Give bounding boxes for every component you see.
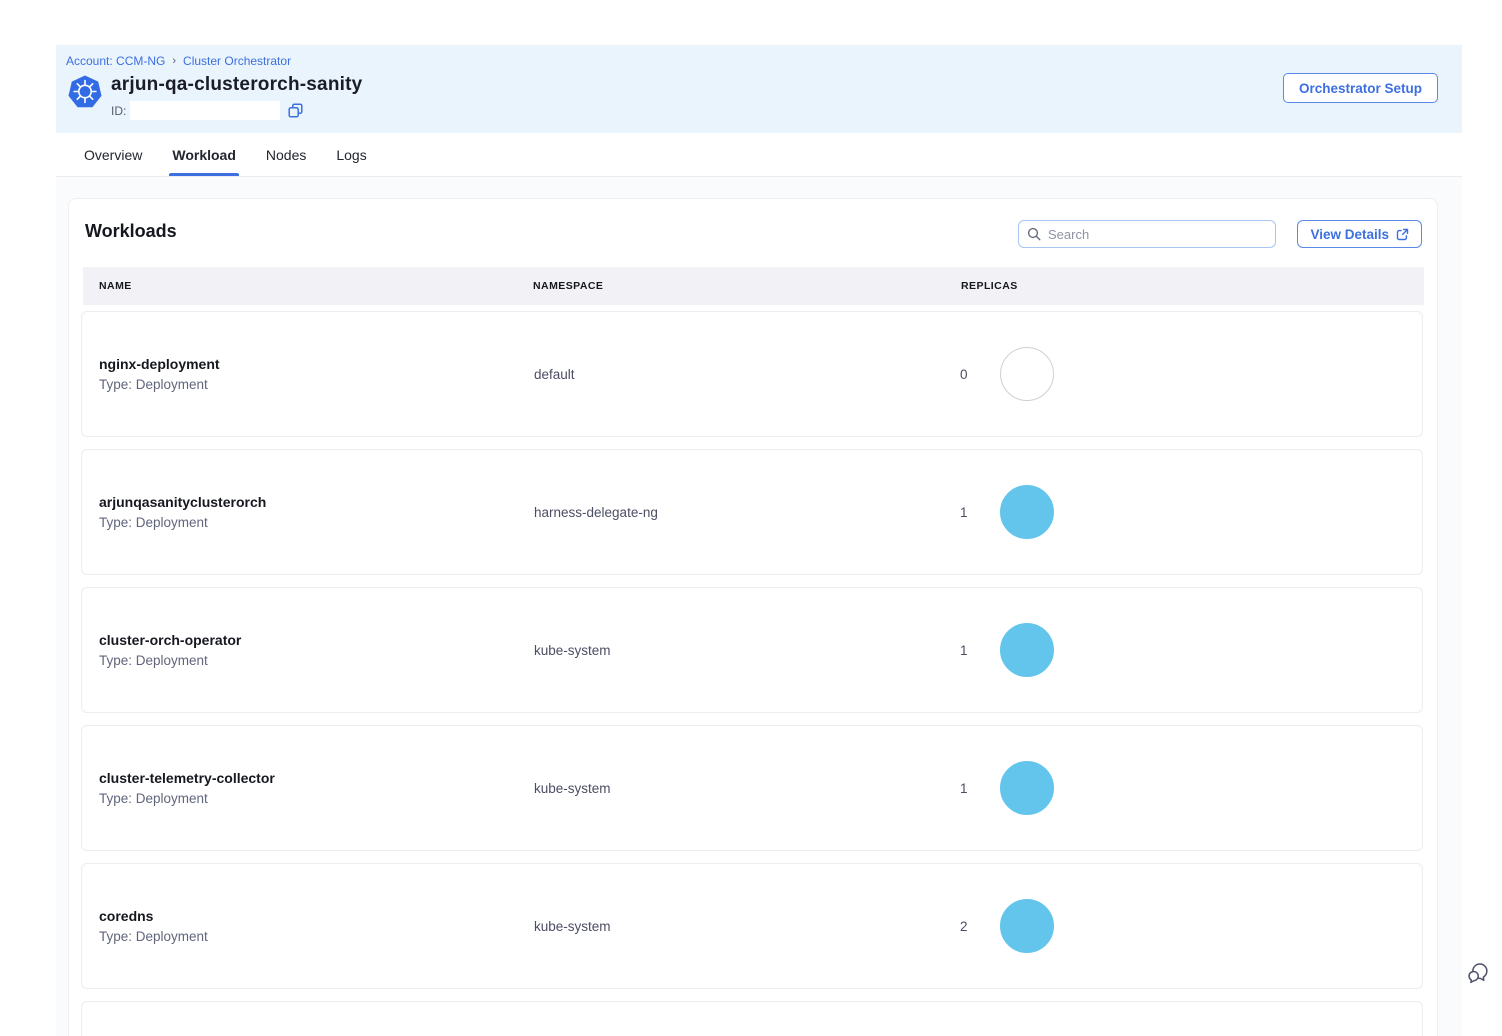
workload-type: Type: Deployment — [99, 791, 534, 806]
replica-indicator — [1000, 761, 1054, 815]
workload-namespace: kube-system — [534, 919, 960, 934]
view-details-button[interactable]: View Details — [1297, 220, 1422, 248]
cluster-orchestrator-pane: Account: CCM-NG › Cluster Orchestrator — [56, 45, 1462, 1036]
workloads-title: Workloads — [85, 221, 177, 242]
breadcrumb: Account: CCM-NG › Cluster Orchestrator — [66, 54, 1438, 68]
table-row[interactable]: coredns Type: Deployment kube-system 2 — [81, 863, 1423, 989]
cluster-title-row: arjun-qa-clusterorch-sanity ID: — [68, 73, 362, 120]
workload-replicas-cell: 1 — [960, 623, 1422, 677]
replica-indicator — [1000, 899, 1054, 953]
workload-name: arjunqasanityclusterorch — [99, 494, 534, 510]
workloads-search-box — [1018, 220, 1276, 248]
breadcrumb-separator: › — [172, 55, 176, 67]
workload-type: Type: Deployment — [99, 653, 534, 668]
orchestrator-setup-button[interactable]: Orchestrator Setup — [1283, 73, 1438, 103]
column-header-replicas: REPLICAS — [961, 280, 1424, 292]
search-input[interactable] — [1048, 227, 1267, 242]
tab-logs[interactable]: Logs — [336, 133, 366, 176]
column-header-namespace: NAMESPACE — [533, 280, 961, 292]
workload-replicas-cell: 0 — [960, 347, 1422, 401]
table-row[interactable]: cluster-telemetry-collector Type: Deploy… — [81, 725, 1423, 851]
workload-namespace: kube-system — [534, 643, 960, 658]
chat-bubbles-icon[interactable] — [1464, 958, 1492, 986]
replica-count: 1 — [960, 643, 974, 658]
workload-type: Type: Deployment — [99, 377, 534, 392]
tab-overview[interactable]: Overview — [84, 133, 142, 176]
workloads-card-header: Workloads View Details — [83, 219, 1422, 267]
copy-icon[interactable] — [288, 103, 303, 118]
page: Account: CCM-NG › Cluster Orchestrator — [0, 0, 1502, 1036]
workload-replicas-cell: 1 — [960, 485, 1422, 539]
column-header-name: NAME — [83, 280, 533, 292]
workload-namespace: kube-system — [534, 781, 960, 796]
table-row[interactable]: cluster-orch-operator Type: Deployment k… — [81, 587, 1423, 713]
replica-count: 1 — [960, 505, 974, 520]
replica-count: 2 — [960, 919, 974, 934]
cluster-id-row: ID: — [111, 101, 362, 120]
replica-indicator — [1000, 485, 1054, 539]
workload-replicas-cell: 2 — [960, 899, 1422, 953]
workload-namespace: harness-delegate-ng — [534, 505, 960, 520]
workload-name: cluster-telemetry-collector — [99, 770, 534, 786]
table-row[interactable]: nginx-deployment Type: Deployment defaul… — [81, 311, 1423, 437]
replica-indicator — [1000, 623, 1054, 677]
cluster-id-redacted-value — [130, 101, 280, 120]
search-icon — [1027, 227, 1041, 241]
tab-nodes[interactable]: Nodes — [266, 133, 306, 176]
cluster-id-label: ID: — [111, 104, 126, 118]
table-header: NAME NAMESPACE REPLICAS — [83, 267, 1424, 305]
workload-namespace: default — [534, 367, 960, 382]
workload-name-cell: cluster-orch-operator Type: Deployment — [82, 632, 534, 668]
page-title: arjun-qa-clusterorch-sanity — [111, 73, 362, 97]
workload-name: coredns — [99, 908, 534, 924]
workload-name: nginx-deployment — [99, 356, 534, 372]
breadcrumb-section[interactable]: Cluster Orchestrator — [183, 54, 291, 68]
workload-name-cell: coredns Type: Deployment — [82, 908, 534, 944]
cluster-title-block: arjun-qa-clusterorch-sanity ID: — [111, 73, 362, 120]
workload-name: cluster-orch-operator — [99, 632, 534, 648]
tab-bar: Overview Workload Nodes Logs — [56, 133, 1462, 177]
workload-name-cell: cluster-telemetry-collector Type: Deploy… — [82, 770, 534, 806]
workloads-card: Workloads View Details — [68, 198, 1438, 1036]
workload-name-cell: nginx-deployment Type: Deployment — [82, 356, 534, 392]
workload-name-cell: arjunqasanityclusterorch Type: Deploymen… — [82, 494, 534, 530]
breadcrumb-account[interactable]: Account: CCM-NG — [66, 54, 165, 68]
table-row[interactable] — [81, 1001, 1423, 1036]
view-details-label: View Details — [1310, 227, 1389, 242]
workload-type: Type: Deployment — [99, 929, 534, 944]
page-body: Workloads View Details — [56, 177, 1462, 1036]
replica-count: 0 — [960, 367, 974, 382]
tab-workload[interactable]: Workload — [172, 133, 236, 176]
workload-rows: nginx-deployment Type: Deployment defaul… — [81, 311, 1422, 1036]
replica-indicator — [1000, 347, 1054, 401]
table-row[interactable]: arjunqasanityclusterorch Type: Deploymen… — [81, 449, 1423, 575]
external-link-icon — [1396, 228, 1409, 241]
kubernetes-icon — [68, 75, 102, 109]
workload-replicas-cell: 1 — [960, 761, 1422, 815]
replica-count: 1 — [960, 781, 974, 796]
workload-type: Type: Deployment — [99, 515, 534, 530]
page-header: Account: CCM-NG › Cluster Orchestrator — [56, 45, 1462, 133]
